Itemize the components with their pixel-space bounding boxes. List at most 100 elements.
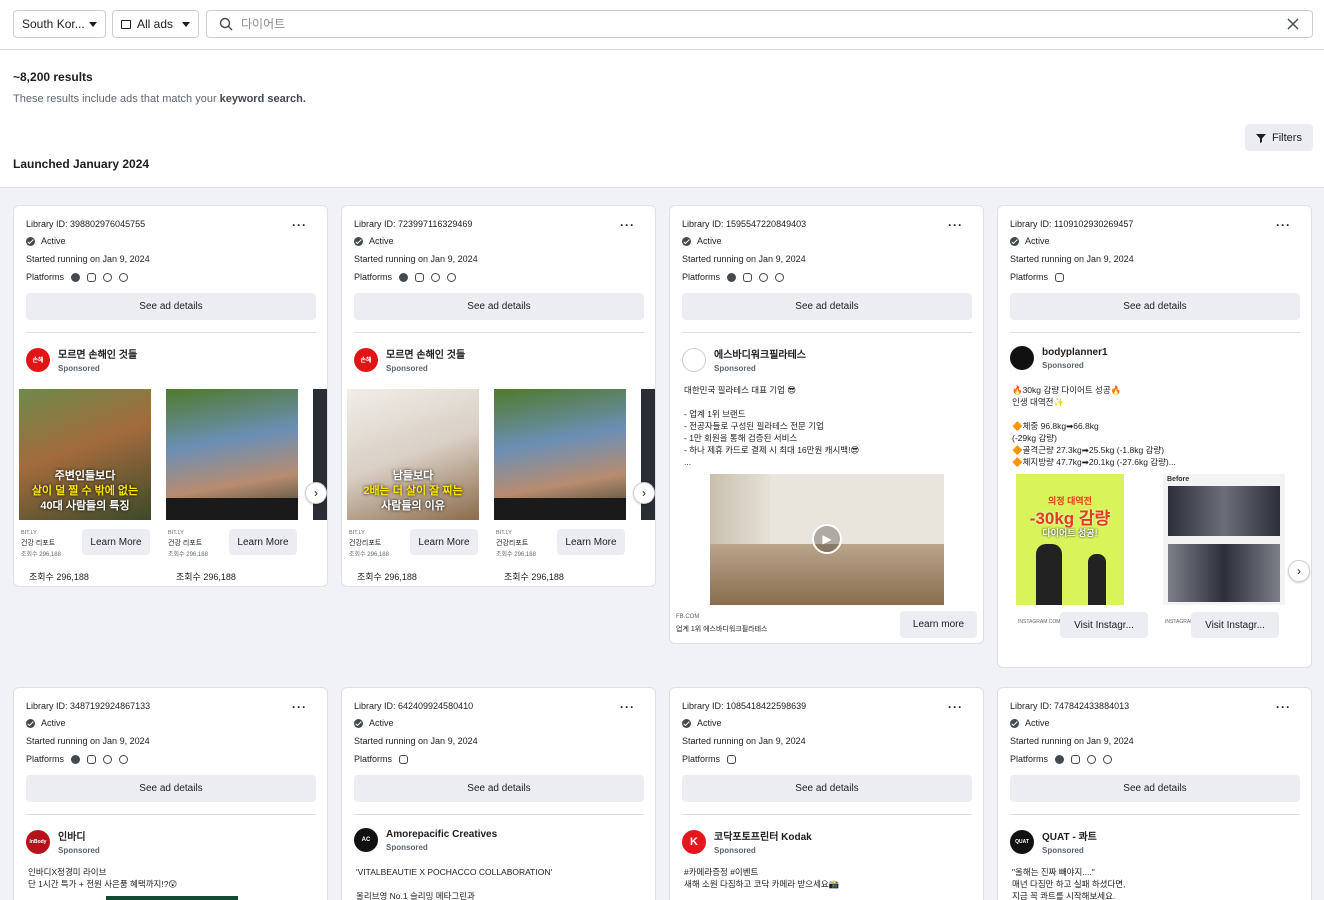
- ad-image[interactable]: 주변인들보다 살이 덜 찔 수 밖에 없는 40대 사람들의 특징: [19, 389, 151, 520]
- carousel-slide[interactable]: 남들보다 2배는 더 살이 잘 찌는 사람들의 이유 BIT.LY 건강리포트 조회…: [347, 389, 479, 582]
- filters-button[interactable]: Filters: [1245, 124, 1313, 151]
- link-title: 건강 리포트: [21, 540, 56, 547]
- carousel-slide[interactable]: BIT.LY 건강 리포트 조회수 296,188 Learn More 조회수…: [166, 389, 298, 582]
- more-options-icon[interactable]: ···: [292, 700, 307, 714]
- avatar[interactable]: [1010, 346, 1034, 370]
- play-icon[interactable]: ▶: [812, 524, 842, 554]
- person-figure: [1088, 554, 1106, 605]
- carousel-slide[interactable]: Before INSTAGRAM.COM Visit Instagr...: [1163, 474, 1285, 638]
- carousel-next-button[interactable]: ›: [1288, 560, 1310, 582]
- learn-more-button[interactable]: Learn More: [410, 529, 478, 555]
- country-select[interactable]: South Kor...: [13, 10, 106, 38]
- avatar[interactable]: InBody: [26, 829, 50, 854]
- sponsored-label: Sponsored: [714, 846, 756, 855]
- started-running: Started running on Jan 9, 2024: [354, 254, 478, 264]
- see-ad-details-button[interactable]: See ad details: [1010, 775, 1300, 802]
- ad-video[interactable]: ▶: [710, 474, 944, 605]
- carousel-slide[interactable]: 주변인들보다 살이 덜 찔 수 밖에 없는 40대 사람들의 특징 BIT.LY 건…: [19, 389, 151, 582]
- results-note-text: These results include ads that match you…: [13, 93, 220, 105]
- learn-more-button[interactable]: Learn more: [900, 611, 977, 638]
- more-options-icon[interactable]: ···: [948, 218, 963, 232]
- sponsored-label: Sponsored: [58, 364, 100, 373]
- advertiser-name[interactable]: 인바디: [58, 828, 100, 843]
- status-text: Active: [697, 236, 722, 246]
- instagram-icon: [727, 754, 737, 764]
- started-running: Started running on Jan 9, 2024: [682, 254, 806, 264]
- advertiser-name[interactable]: bodyplanner1: [1042, 347, 1108, 358]
- advertiser-name[interactable]: QUAT - 콰트: [1042, 828, 1097, 843]
- ad-image[interactable]: 의정 대역전 -30kg 감량 다이어트 성공!: [1016, 474, 1124, 605]
- facebook-icon: [71, 754, 81, 764]
- link-domain: BIT.LY: [349, 530, 365, 536]
- advertiser-name[interactable]: 모르면 손해인 것들: [58, 346, 137, 361]
- avatar[interactable]: [682, 347, 706, 372]
- more-options-icon[interactable]: ···: [292, 218, 307, 232]
- see-ad-details-button[interactable]: See ad details: [26, 293, 316, 320]
- ad-image[interactable]: [494, 389, 626, 520]
- avatar[interactable]: K: [682, 829, 706, 854]
- see-ad-details-button[interactable]: See ad details: [354, 293, 644, 320]
- ad-image[interactable]: [106, 896, 238, 900]
- divider: [682, 332, 972, 333]
- image-caption: 남들보다 2배는 더 살이 잘 찌는 사람들의 이유: [347, 469, 479, 514]
- avatar[interactable]: 손해: [354, 347, 378, 372]
- search-icon: [219, 17, 233, 31]
- platforms-row: Platforms: [26, 754, 129, 764]
- avatar[interactable]: 손해: [26, 347, 50, 372]
- see-ad-details-button[interactable]: See ad details: [26, 775, 316, 802]
- caption-line: 사람들의 이유: [381, 500, 445, 512]
- filters-label: Filters: [1272, 131, 1302, 144]
- facebook-icon: [71, 272, 81, 282]
- see-ad-details-button[interactable]: See ad details: [1010, 293, 1300, 320]
- advertiser-name[interactable]: 모르면 손해인 것들: [386, 346, 465, 361]
- carousel-next-button[interactable]: ›: [633, 482, 655, 504]
- audience-network-icon: [431, 272, 441, 282]
- avatar[interactable]: QUAT: [1010, 829, 1034, 854]
- learn-more-button[interactable]: Learn More: [229, 529, 297, 555]
- divider: [354, 814, 644, 815]
- library-id: Library ID: 398802976045755: [26, 219, 146, 229]
- advertiser-name[interactable]: 코닥포토프린터 Kodak: [714, 828, 812, 843]
- divider: [682, 814, 972, 815]
- advertiser-name[interactable]: 에스바디워크필라테스: [714, 346, 806, 361]
- see-ad-details-button[interactable]: See ad details: [354, 775, 644, 802]
- slide-views: 조회수 296,188: [176, 572, 236, 582]
- see-ad-details-button[interactable]: See ad details: [682, 293, 972, 320]
- advertiser: bodyplanner1 Sponsored: [1010, 346, 1108, 370]
- avatar[interactable]: AC: [354, 828, 378, 852]
- visit-instagram-button[interactable]: Visit Instagr...: [1060, 612, 1148, 638]
- image-caption: 다이어트 성공!: [1042, 528, 1098, 538]
- ad-type-select[interactable]: All ads: [112, 10, 199, 38]
- ad-body-text: 대한민국 필라테스 대표 기업 😎 - 업계 1위 브랜드 - 전공자들로 구성…: [684, 385, 860, 467]
- learn-more-button[interactable]: Learn More: [82, 529, 150, 555]
- carousel-slide[interactable]: BIT.LY 건강리포트 조회수 296,188 Learn More 조회수 …: [494, 389, 626, 582]
- advertiser-name[interactable]: Amorepacific Creatives: [386, 829, 497, 840]
- advertiser: AC Amorepacific Creatives Sponsored: [354, 828, 497, 852]
- carousel-next-button[interactable]: ›: [305, 482, 327, 504]
- learn-more-button[interactable]: Learn More: [557, 529, 625, 555]
- ad-image[interactable]: Before: [1163, 474, 1285, 605]
- link-title: 건강리포트: [496, 540, 529, 547]
- ad-image[interactable]: 남들보다 2배는 더 살이 잘 찌는 사람들의 이유: [347, 389, 479, 520]
- carousel-slide[interactable]: 의정 대역전 -30kg 감량 다이어트 성공! INSTAGRAM.COM V…: [1016, 474, 1148, 638]
- ad-image[interactable]: [166, 389, 298, 520]
- image-text-band: [166, 498, 298, 520]
- more-options-icon[interactable]: ···: [948, 700, 963, 714]
- status-badge: Active: [682, 236, 722, 246]
- visit-instagram-button[interactable]: Visit Instagr...: [1191, 612, 1279, 638]
- chevron-down-icon: [89, 22, 97, 27]
- library-id: Library ID: 747842433884013: [1010, 701, 1130, 711]
- close-icon[interactable]: [1287, 18, 1299, 30]
- more-options-icon[interactable]: ···: [620, 700, 635, 714]
- status-badge: Active: [354, 718, 394, 728]
- more-options-icon[interactable]: ···: [1276, 218, 1291, 232]
- more-options-icon[interactable]: ···: [620, 218, 635, 232]
- search-input[interactable]: [241, 17, 1241, 31]
- status-text: Active: [1025, 718, 1050, 728]
- sponsored-label: Sponsored: [386, 364, 428, 373]
- see-ad-details-button[interactable]: See ad details: [682, 775, 972, 802]
- platforms-row: Platforms: [354, 754, 409, 764]
- more-options-icon[interactable]: ···: [1276, 700, 1291, 714]
- ad-card: Library ID: 1085418422598639 ··· Active …: [669, 687, 984, 900]
- check-circle-icon: [354, 718, 363, 728]
